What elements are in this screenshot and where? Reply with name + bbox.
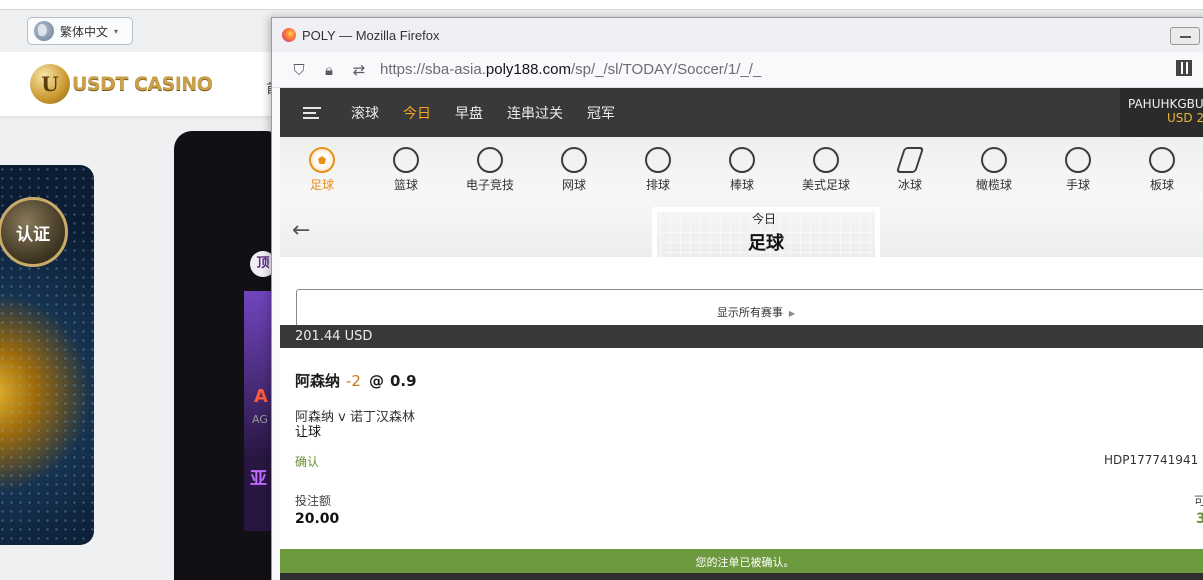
account-name: PAHUHKGBU — [1128, 97, 1203, 111]
casino-logo-icon[interactable]: U — [30, 64, 70, 104]
rugby-ball-icon — [981, 147, 1007, 173]
bet-status: 确认 — [295, 455, 320, 469]
language-selector-label: 繁体中文 — [60, 24, 109, 39]
certified-badge: 认证 — [0, 197, 68, 267]
caret-down-icon: ▾ — [114, 26, 119, 36]
potential-win-label: 可 — [1194, 492, 1203, 509]
bet-confirmed-message: 您的注单已被确认。 — [695, 556, 795, 569]
soccer-ball-icon — [309, 147, 335, 173]
sports-selector-area: 足球 篮球 电子竞技 网球 排球 棒球 美式足球 冰球 橄榄球 手球 板球 — [280, 137, 1203, 257]
esports-mouse-icon — [477, 147, 503, 173]
stake-label: 投注额 — [295, 494, 332, 508]
account-box[interactable]: PAHUHKGBU USD 2 — [1120, 88, 1203, 137]
sport-tab-label: 冰球 — [897, 178, 922, 192]
stake-value: 20.00 — [295, 511, 340, 527]
sport-tab-label: 网球 — [561, 178, 586, 192]
permissions-icon[interactable]: ⇄ — [350, 61, 368, 79]
casino-header: U USDT CASINO — [0, 52, 280, 116]
baseball-icon — [729, 147, 755, 173]
promo-card-certified[interactable]: 认证 — [0, 165, 94, 545]
bet-confirmed-banner: 您的注单已被确认。 — [280, 549, 1203, 573]
bet-selection-team: 阿森纳 — [295, 372, 341, 390]
promo-text-small: AG — [252, 413, 268, 426]
url-bar[interactable]: ⛉ 🔒︎ ⇄ https://sba-asia.poly188.com/sp/_… — [272, 52, 1203, 88]
sport-tab-soccer[interactable]: 足球 — [280, 147, 364, 193]
account-balance: USD 2 — [1167, 111, 1203, 125]
american-football-icon — [813, 147, 839, 173]
betslip-balance-bar: 201.44 USD — [280, 325, 1203, 348]
sport-tab-american-football[interactable]: 美式足球 — [784, 147, 868, 193]
language-selector[interactable]: 繁体中文 ▾ — [27, 17, 133, 45]
nav-item-early[interactable]: 早盘 — [455, 103, 483, 123]
shield-icon[interactable]: ⛉ — [290, 61, 308, 79]
globe-icon — [34, 21, 54, 41]
bet-type: 让球 — [295, 425, 322, 440]
nav-item-parlay[interactable]: 连串过关 — [507, 103, 563, 123]
chevron-right-icon: ▶ — [788, 309, 796, 318]
nav-item-live[interactable]: 滚球 — [351, 103, 379, 123]
sport-tab-label: 足球 — [309, 178, 334, 192]
sport-tab-label: 电子竞技 — [465, 178, 514, 192]
nav-item-outright[interactable]: 冠军 — [587, 103, 615, 123]
sport-tab-rugby[interactable]: 橄榄球 — [952, 147, 1036, 193]
tennis-icon — [561, 147, 587, 173]
menu-icon[interactable] — [303, 104, 321, 122]
promo-text-bottom: 亚 — [250, 469, 267, 489]
nav-item-today[interactable]: 今日 — [403, 103, 431, 123]
sport-tab-volleyball[interactable]: 排球 — [616, 147, 700, 193]
sport-tab-label: 橄榄球 — [975, 178, 1012, 192]
url-text[interactable]: https://sba-asia.poly188.com/sp/_/sl/TOD… — [380, 61, 761, 78]
sportsbook-top-nav: 滚球 今日 早盘 连串过关 冠军 PAHUHKGBU USD 2 — [280, 88, 1203, 137]
cricket-ball-icon — [1149, 147, 1175, 173]
show-all-events-button[interactable]: 显示所有赛事 ▶ — [296, 289, 1203, 329]
volleyball-icon — [645, 147, 671, 173]
bet-odds: 0.9 — [389, 372, 417, 390]
sport-tab-handball[interactable]: 手球 — [1036, 147, 1120, 193]
restore-window-button[interactable] — [1170, 27, 1200, 45]
sport-tab-label: 板球 — [1149, 178, 1174, 192]
sport-tab-esports[interactable]: 电子竞技 — [448, 147, 532, 193]
betslip-balance: 201.44 USD — [295, 329, 373, 344]
sport-tab-label: 手球 — [1065, 178, 1090, 192]
promo-card-ag[interactable]: 顶 A AG 亚 — [174, 131, 284, 580]
window-title: POLY — Mozilla Firefox — [302, 27, 440, 43]
back-arrow-icon[interactable]: ← — [292, 218, 310, 243]
sport-tab-label: 排球 — [645, 178, 670, 192]
sport-tab-cricket[interactable]: 板球 — [1120, 147, 1203, 193]
firefox-icon — [282, 28, 296, 42]
show-all-events-label: 显示所有赛事 — [716, 306, 783, 319]
ticket-id: HDP177741941 — [1104, 453, 1199, 467]
potential-win-value: 3 — [1196, 511, 1203, 527]
sport-tab-label: 棒球 — [729, 178, 754, 192]
sport-tab-label: 美式足球 — [801, 178, 850, 192]
bet-at-sign: @ — [368, 372, 384, 390]
promo-text: A — [254, 386, 268, 407]
sport-tab-basketball[interactable]: 篮球 — [364, 147, 448, 193]
bet-selection-line: 阿森纳 -2 @0.9 — [295, 370, 417, 391]
firefox-window: POLY — Mozilla Firefox ⛉ 🔒︎ ⇄ https://sb… — [271, 17, 1203, 580]
handball-icon — [1065, 147, 1091, 173]
casino-logo-text[interactable]: USDT CASINO — [72, 73, 213, 95]
page-subtitle: 今日 — [752, 212, 777, 226]
qr-code-icon[interactable] — [1176, 60, 1192, 76]
hockey-stick-icon — [895, 147, 925, 173]
sport-tab-tennis[interactable]: 网球 — [532, 147, 616, 193]
sport-tab-label: 篮球 — [393, 178, 418, 192]
bottom-strip — [280, 573, 1203, 580]
basketball-icon — [393, 147, 419, 173]
betslip-body: 阿森纳 -2 @0.9 阿森纳 v 诺丁汉森林 让球 确认 HDP177741941… — [280, 348, 1203, 550]
sport-tab-hockey[interactable]: 冰球 — [868, 147, 952, 193]
background-page-topline — [0, 0, 1203, 10]
lock-icon[interactable]: 🔒︎ — [320, 61, 338, 79]
sport-tabs: 足球 篮球 电子竞技 网球 排球 棒球 美式足球 冰球 橄榄球 手球 板球 — [280, 147, 1203, 193]
sport-tab-baseball[interactable]: 棒球 — [700, 147, 784, 193]
bet-handicap: -2 — [346, 372, 361, 390]
window-titlebar[interactable]: POLY — Mozilla Firefox — [272, 18, 1203, 52]
page-title: 足球 — [748, 233, 784, 254]
